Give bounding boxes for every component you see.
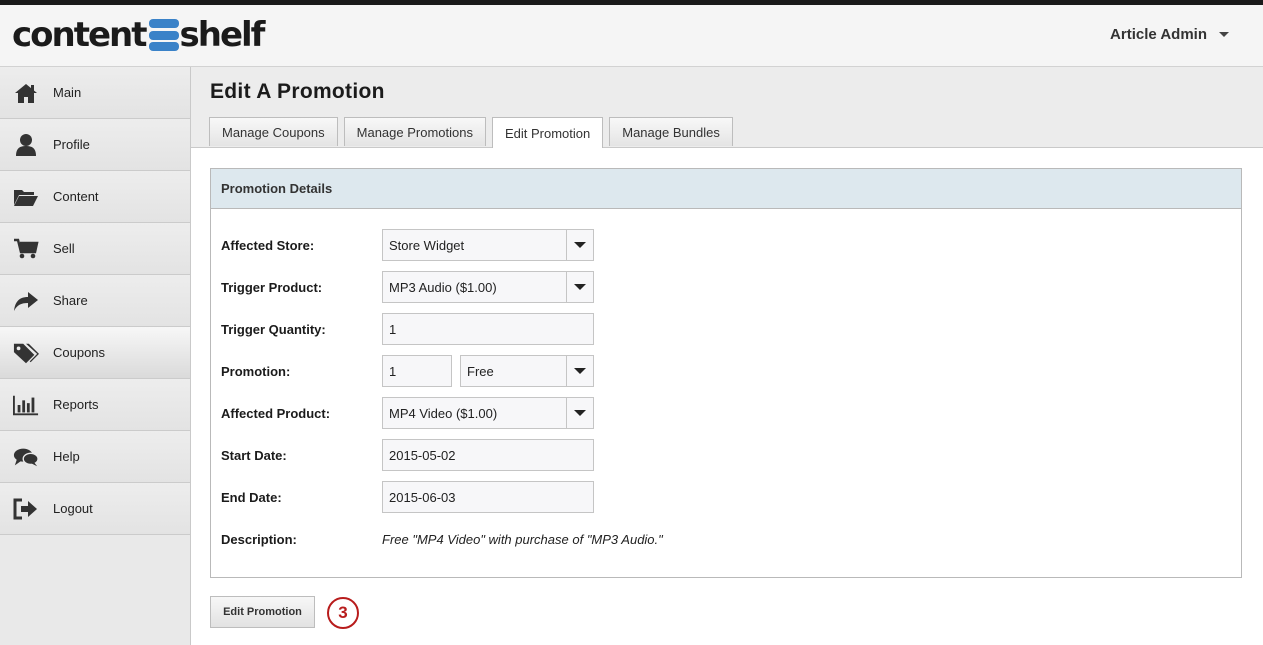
home-icon	[13, 80, 39, 106]
trigger-quantity-input[interactable]: 1	[382, 313, 594, 345]
sidebar-item-label: Sell	[53, 241, 75, 256]
affected-store-label: Affected Store:	[221, 237, 315, 253]
trigger-product-select[interactable]: MP3 Audio ($1.00)	[382, 271, 594, 303]
dropdown-arrow-icon	[566, 356, 593, 386]
sidebar-item-reports[interactable]: Reports	[0, 379, 190, 431]
start-date-input[interactable]: 2015-05-02	[382, 439, 594, 471]
affected-product-row: Affected Product: MP4 Video ($1.00)	[221, 397, 594, 429]
trigger-quantity-label: Trigger Quantity:	[221, 321, 326, 337]
start-date-row: Start Date: 2015-05-02	[221, 439, 594, 471]
cart-icon	[13, 236, 39, 262]
sidebar-item-sell[interactable]: Sell	[0, 223, 190, 275]
affected-product-select[interactable]: MP4 Video ($1.00)	[382, 397, 594, 429]
sidebar-item-label: Help	[53, 449, 80, 464]
affected-store-select[interactable]: Store Widget	[382, 229, 594, 261]
sign-out-icon	[13, 496, 39, 522]
sidebar-item-label: Main	[53, 85, 82, 100]
folder-open-icon	[13, 184, 39, 210]
step-number-badge: 3	[327, 597, 359, 629]
main-content: Edit A Promotion Manage Coupons Manage P…	[191, 67, 1263, 645]
promotion-row: Promotion: 1 Free	[221, 355, 594, 387]
logo-stack-icon	[148, 19, 179, 51]
share-arrow-icon	[13, 288, 39, 314]
trigger-product-label: Trigger Product:	[221, 279, 323, 295]
promotion-amount-input[interactable]: 1	[382, 355, 452, 387]
edit-promotion-button[interactable]: Edit Promotion	[210, 596, 315, 628]
tab-edit-promotion[interactable]: Edit Promotion	[491, 117, 604, 148]
logo[interactable]: content shelf	[12, 15, 266, 55]
affected-product-label: Affected Product:	[221, 405, 331, 421]
end-date-input[interactable]: 2015-06-03	[382, 481, 594, 513]
sidebar-item-coupons[interactable]: Coupons	[0, 327, 190, 379]
start-date-label: Start Date:	[221, 447, 287, 463]
description-row: Description: Free "MP4 Video" with purch…	[221, 523, 663, 555]
description-label: Description:	[221, 531, 297, 547]
user-icon	[13, 132, 39, 158]
tab-manage-promotions[interactable]: Manage Promotions	[343, 117, 486, 146]
affected-store-value: Store Widget	[389, 237, 465, 253]
trigger-quantity-row: Trigger Quantity: 1	[221, 313, 594, 345]
sidebar-item-label: Profile	[53, 137, 90, 152]
dropdown-arrow-icon	[566, 398, 593, 428]
promotion-details-panel: Promotion Details Affected Store: Store …	[210, 168, 1242, 578]
sidebar-item-content[interactable]: Content	[0, 171, 190, 223]
trigger-product-row: Trigger Product: MP3 Audio ($1.00)	[221, 271, 594, 303]
promotion-type-select[interactable]: Free	[460, 355, 594, 387]
sidebar-item-label: Coupons	[53, 345, 106, 360]
dropdown-arrow-icon	[566, 272, 593, 302]
sidebar-item-label: Logout	[53, 501, 93, 516]
sidebar-item-profile[interactable]: Profile	[0, 119, 190, 171]
affected-product-value: MP4 Video ($1.00)	[389, 405, 498, 421]
logo-text-left: content	[12, 15, 147, 55]
promotion-label: Promotion:	[221, 363, 291, 379]
tags-icon	[13, 340, 39, 366]
end-date-label: End Date:	[221, 489, 282, 505]
sidebar-item-label: Content	[53, 189, 99, 204]
sidebar-item-label: Reports	[53, 397, 99, 412]
page-header: Edit A Promotion Manage Coupons Manage P…	[191, 67, 1263, 148]
bar-chart-icon	[13, 392, 39, 418]
page-title: Edit A Promotion	[210, 80, 385, 103]
affected-store-row: Affected Store: Store Widget	[221, 229, 594, 261]
tab-manage-coupons[interactable]: Manage Coupons	[209, 117, 338, 146]
user-menu[interactable]: Article Admin	[1110, 26, 1229, 43]
user-menu-label: Article Admin	[1110, 26, 1207, 43]
tab-bar: Manage Coupons Manage Promotions Edit Pr…	[209, 117, 739, 148]
app-header: content shelf Article Admin	[0, 5, 1263, 67]
sidebar-item-main[interactable]: Main	[0, 67, 190, 119]
sidebar-item-help[interactable]: Help	[0, 431, 190, 483]
panel-title: Promotion Details	[211, 169, 1241, 209]
promotion-type-value: Free	[467, 363, 494, 379]
tab-manage-bundles[interactable]: Manage Bundles	[609, 117, 733, 146]
sidebar-item-logout[interactable]: Logout	[0, 483, 190, 535]
sidebar-nav: Main Profile Content Sell Share Coupons	[0, 67, 191, 645]
sidebar-item-share[interactable]: Share	[0, 275, 190, 327]
end-date-row: End Date: 2015-06-03	[221, 481, 594, 513]
chat-bubbles-icon	[13, 444, 39, 470]
sidebar-item-label: Share	[53, 293, 88, 308]
dropdown-arrow-icon	[566, 230, 593, 260]
logo-text-right: shelf	[179, 15, 266, 55]
description-text: Free "MP4 Video" with purchase of "MP3 A…	[382, 531, 663, 547]
trigger-product-value: MP3 Audio ($1.00)	[389, 279, 497, 295]
caret-down-icon	[1219, 32, 1229, 37]
